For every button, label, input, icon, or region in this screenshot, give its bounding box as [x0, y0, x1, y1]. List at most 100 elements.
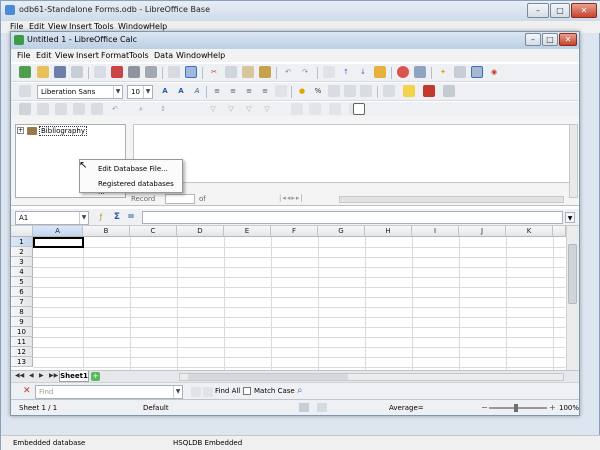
toggle-grid-icon[interactable] [443, 85, 455, 97]
sheet-vertical-scrollbar[interactable] [566, 226, 579, 370]
chevron-down-icon[interactable]: ▼ [143, 86, 152, 98]
sum-icon[interactable]: Σ [111, 211, 123, 223]
sort-ascending-icon[interactable]: ↑ [340, 66, 352, 78]
calc-menu-edit[interactable]: Edit [36, 51, 52, 60]
font-color-icon[interactable] [423, 85, 435, 97]
navigator-icon[interactable]: ✦ [437, 66, 449, 78]
chart-icon[interactable] [397, 66, 409, 78]
selection-mode-icon[interactable] [299, 403, 309, 412]
status-page-style[interactable]: Default [143, 404, 169, 412]
previous-sheet-button[interactable]: ◀ [29, 372, 34, 379]
find-previous-icon[interactable] [191, 387, 201, 397]
autofilter-record-icon[interactable]: ▽ [225, 103, 237, 115]
new-document-icon[interactable] [19, 66, 31, 78]
cut-record-icon[interactable] [55, 103, 67, 115]
calc-close-button[interactable]: ✕ [559, 33, 577, 46]
add-sheet-icon[interactable]: + [91, 372, 100, 381]
zoom-slider-handle[interactable] [514, 404, 518, 412]
row-header-7[interactable]: 7 [11, 297, 33, 307]
status-sum[interactable]: Average= [389, 404, 424, 412]
filter-icon[interactable]: ▽ [207, 103, 219, 115]
align-left-icon[interactable]: ≡ [211, 85, 223, 97]
autospellcheck-icon[interactable] [185, 66, 197, 78]
paste-icon[interactable] [242, 66, 254, 78]
save-record-icon[interactable] [19, 103, 31, 115]
italic-icon[interactable]: A [191, 85, 203, 97]
calc-menu-tools[interactable]: Tools [129, 51, 149, 60]
print-icon[interactable] [128, 66, 140, 78]
row-header-3[interactable]: 3 [11, 257, 33, 267]
borders-icon[interactable] [383, 85, 395, 97]
base-close-button[interactable]: ✕ [571, 3, 597, 18]
expand-formula-icon[interactable]: ▼ [565, 212, 575, 223]
calc-menu-window[interactable]: Window [176, 51, 208, 60]
font-color-a-icon[interactable]: A [159, 85, 171, 97]
calc-title-bar[interactable]: Untitled 1 - LibreOffice Calc – □ ✕ [11, 32, 579, 49]
sheet-horizontal-scrollbar[interactable] [179, 373, 564, 381]
align-center-icon[interactable]: ≡ [227, 85, 239, 97]
export-pdf-icon[interactable] [111, 66, 123, 78]
hyperlink-icon[interactable] [323, 66, 335, 78]
edit-file-icon[interactable] [94, 66, 106, 78]
data-to-text-icon[interactable] [291, 103, 303, 115]
save-icon[interactable] [54, 66, 66, 78]
paste-record-icon[interactable] [91, 103, 103, 115]
calc-menu-help[interactable]: Help [207, 51, 225, 60]
find-all-button[interactable]: Find All [215, 387, 240, 395]
calc-menu-format[interactable]: Format [101, 51, 129, 60]
row-header-6[interactable]: 6 [11, 287, 33, 297]
copy-record-icon[interactable] [73, 103, 85, 115]
find-input[interactable]: Find ▼ [35, 385, 183, 399]
function-equals-icon[interactable]: = [125, 211, 137, 223]
print-preview-icon[interactable] [145, 66, 157, 78]
redo-icon[interactable]: ↷ [299, 66, 311, 78]
base-menu-view[interactable]: View [48, 22, 67, 31]
sort-descending-icon[interactable]: ↓ [357, 66, 369, 78]
cut-icon[interactable]: ✂ [208, 66, 220, 78]
row-header-2[interactable]: 2 [11, 247, 33, 257]
calc-menu-file[interactable]: File [17, 51, 30, 60]
spellcheck-icon[interactable] [168, 66, 180, 78]
match-case-checkbox[interactable] [243, 387, 251, 395]
standard-filter-icon[interactable]: ▽ [243, 103, 255, 115]
data-sources-icon[interactable] [471, 66, 483, 78]
data-source-table-view[interactable] [133, 124, 570, 183]
data-source-scrollbar[interactable] [569, 124, 578, 198]
row-header-13[interactable]: 13 [11, 357, 33, 367]
font-name-input[interactable]: Liberation Sans ▼ [37, 85, 123, 99]
align-right-icon[interactable]: ≡ [243, 85, 255, 97]
column-header-k[interactable]: K [506, 226, 553, 237]
explorer-toggle-icon[interactable] [353, 103, 365, 115]
tree-expand-icon[interactable]: + [17, 127, 24, 134]
spreadsheet-grid[interactable]: A B C D E F G H I J K 1 2 3 4 5 6 7 8 9 … [11, 226, 579, 370]
row-header-1[interactable]: 1 [11, 237, 33, 247]
row-header-10[interactable]: 10 [11, 327, 33, 337]
context-menu-registered-databases[interactable]: Registered databases ... [98, 180, 182, 196]
currency-icon[interactable]: ● [296, 85, 308, 97]
merge-cells-icon[interactable] [275, 85, 287, 97]
calc-menu-view[interactable]: View [55, 51, 74, 60]
column-header-c[interactable]: C [130, 226, 177, 237]
column-header-i[interactable]: I [412, 226, 459, 237]
function-wizard-icon[interactable]: ƒ [95, 211, 107, 223]
find-replace-icon[interactable]: ⌕ [297, 385, 303, 396]
next-sheet-button[interactable]: ▶ [39, 372, 44, 379]
styles-icon[interactable] [19, 85, 31, 97]
find-record-icon[interactable]: ⌕ [135, 103, 147, 115]
row-header-9[interactable]: 9 [11, 317, 33, 327]
base-title-bar[interactable]: odb61-Standalone Forms.odb - LibreOffice… [1, 1, 600, 21]
base-minimize-button[interactable]: – [527, 3, 549, 18]
calc-menu-data[interactable]: Data [154, 51, 173, 60]
help-icon[interactable]: ◉ [488, 66, 500, 78]
autofilter-icon[interactable] [374, 66, 386, 78]
column-header-j[interactable]: J [459, 226, 506, 237]
row-header-8[interactable]: 8 [11, 307, 33, 317]
column-header-d[interactable]: D [177, 226, 224, 237]
percent-icon[interactable]: % [312, 85, 324, 97]
last-sheet-button[interactable]: ▶▶ [49, 372, 58, 379]
column-header-h[interactable]: H [365, 226, 412, 237]
calc-menu-insert[interactable]: Insert [76, 51, 99, 60]
font-size-input[interactable]: 10 ▼ [127, 85, 153, 99]
email-icon[interactable] [71, 66, 83, 78]
chevron-down-icon[interactable]: ▼ [79, 212, 88, 224]
